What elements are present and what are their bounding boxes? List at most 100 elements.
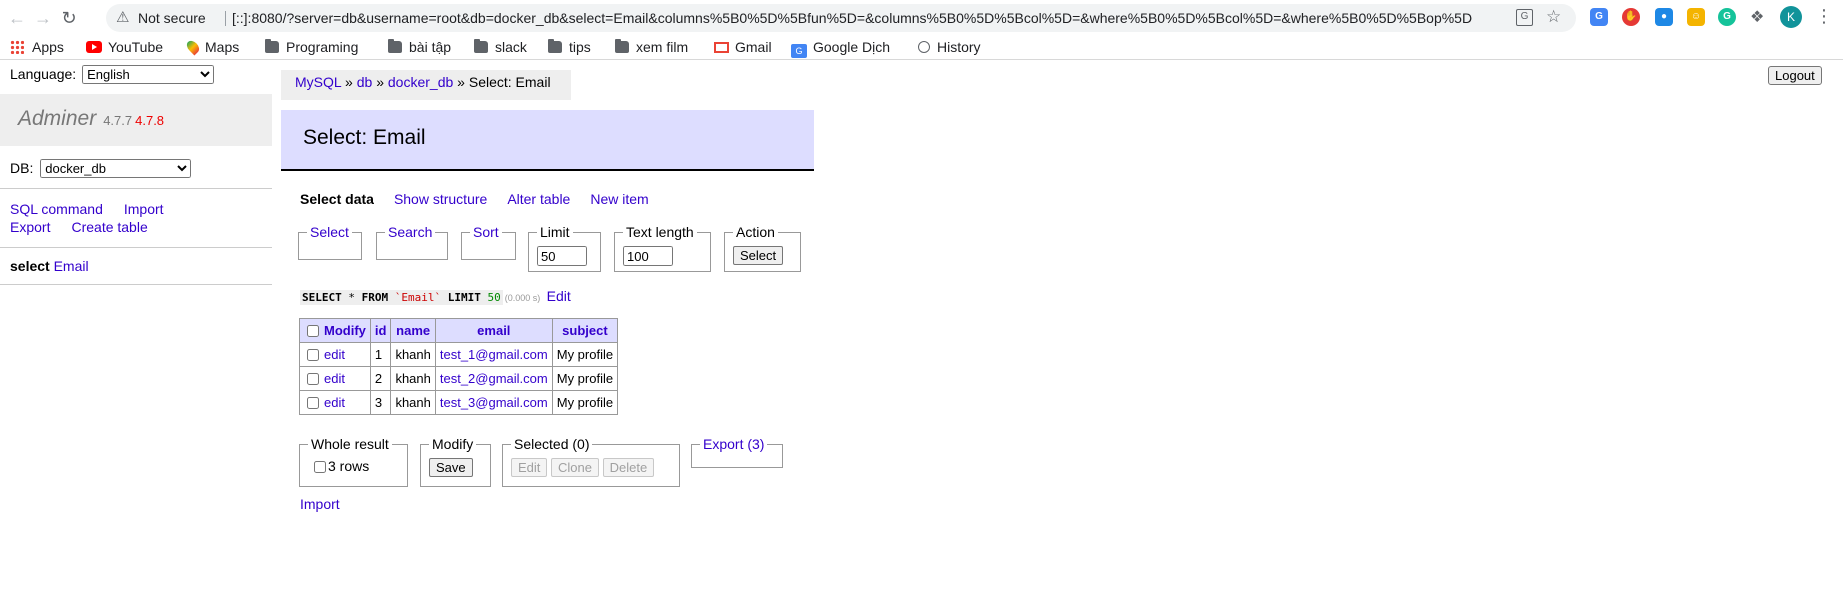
translate-icon[interactable]: G [1516,9,1533,26]
adminer-logo-link[interactable]: Adminer [18,107,96,130]
cell-subject: My profile [551,390,619,415]
export-fieldset: Export (3) [691,436,783,468]
sort-name-link[interactable]: name [396,323,430,338]
address-bar[interactable]: ⚠ Not secure [::]:8080/?server=db&userna… [106,4,1576,32]
sort-fieldset: Sort [461,224,516,260]
whole-result-checkbox[interactable] [314,461,326,473]
header-id[interactable]: id [369,318,392,343]
export-link[interactable]: Export [10,219,50,235]
breadcrumb-server[interactable]: db [357,74,373,90]
language-label: Language: [10,66,77,82]
row-edit-link[interactable]: edit [324,371,345,386]
bookmark-slack[interactable]: slack [474,35,527,59]
url-text[interactable]: [::]:8080/?server=db&username=root&db=do… [232,10,1472,26]
cell-name: khanh [390,366,436,391]
row-checkbox[interactable] [307,349,319,361]
limit-input[interactable] [537,246,587,266]
header-subject[interactable]: subject [551,318,619,343]
language-select[interactable]: English [82,65,215,84]
folder-icon [265,39,279,53]
bookmark-star-icon[interactable]: ☆ [1546,7,1561,27]
save-button[interactable]: Save [429,458,473,477]
google-translate-extension-icon[interactable]: G [1590,8,1608,26]
bookmark-apps[interactable]: Apps [10,35,64,59]
more-menu-icon[interactable]: ⋮ [1815,6,1833,27]
extensions-puzzle-icon[interactable]: ❖ [1750,7,1764,27]
page-title: Select: Email [281,110,814,171]
adblock-extension-icon[interactable]: ✋ [1622,8,1640,26]
cell-email: test_3@gmail.com [434,390,553,415]
bookmark-programing[interactable]: Programing [265,35,358,59]
not-secure-label[interactable]: Not secure [138,10,206,26]
sql-command-link[interactable]: SQL command [10,201,103,217]
whole-result-fieldset: Whole result 3 rows [299,436,408,487]
header-email[interactable]: email [434,318,553,343]
bookmark-history[interactable]: History [918,35,981,59]
delete-button[interactable]: Delete [602,458,655,477]
sort-email-link[interactable]: email [477,323,510,338]
dropper-extension-icon[interactable]: ● [1655,8,1673,26]
create-table-link[interactable]: Create table [71,219,147,235]
table-row: edit 3 khanh test_3@gmail.com My profile [299,390,619,415]
tab-new-item[interactable]: New item [590,191,648,207]
sql-keyword: LIMIT [447,291,481,304]
sql-edit-link[interactable]: Edit [547,288,571,304]
folder-icon [474,39,488,53]
header-name[interactable]: name [390,318,436,343]
browser-chrome: ← → ↻ ⚠ Not secure [::]:8080/?server=db&… [0,0,1843,60]
adminer-version: 4.7.7 [103,113,133,128]
row-checkbox[interactable] [307,373,319,385]
sort-id-link[interactable]: id [375,323,387,338]
edit-selected-button[interactable]: Edit [511,458,548,477]
sort-toggle-link[interactable]: Sort [473,224,499,240]
sort-subject-link[interactable]: subject [562,323,608,338]
bookmark-bai-tap[interactable]: bài tập [388,35,451,59]
forward-icon[interactable]: → [32,7,54,29]
bookmark-label: bài tập [409,39,452,55]
text-length-input[interactable] [623,246,673,266]
bookmark-gmail[interactable]: Gmail [714,35,772,59]
warning-icon[interactable]: ⚠ [116,8,129,26]
modify-header-link[interactable]: Modify [324,323,366,338]
select-all-checkbox[interactable] [307,325,319,337]
bookmark-tips[interactable]: tips [548,35,591,59]
import-bottom-link[interactable]: Import [300,496,340,512]
email-link[interactable]: test_1@gmail.com [440,347,548,362]
clone-button[interactable]: Clone [551,458,599,477]
import-link[interactable]: Import [124,201,164,217]
data-table: Modify id name email subject edit 1 khan… [299,318,619,415]
search-toggle-link[interactable]: Search [388,224,432,240]
bookmark-youtube[interactable]: YouTube [86,35,163,59]
bookmark-google-dich[interactable]: G Google Dịch [791,35,890,59]
bookmark-xem-film[interactable]: xem film [615,35,688,59]
select-toggle-link[interactable]: Select [310,224,349,240]
bookmark-label: tips [569,39,591,55]
breadcrumb-database[interactable]: docker_db [388,74,453,90]
email-link[interactable]: test_2@gmail.com [440,371,548,386]
row-edit-link[interactable]: edit [324,347,345,362]
table-link-email[interactable]: Email [54,258,89,274]
whole-result-option[interactable]: 3 rows [308,458,369,474]
row-edit-link[interactable]: edit [324,395,345,410]
tab-select-data[interactable]: Select data [300,191,374,207]
reload-icon[interactable]: ↻ [58,7,80,29]
breadcrumb-driver[interactable]: MySQL [295,74,341,90]
grammarly-extension-icon[interactable]: G [1718,8,1736,26]
tab-alter-table[interactable]: Alter table [507,191,570,207]
sql-number: 50 [487,291,501,304]
select-submit-button[interactable]: Select [733,246,784,265]
tab-show-structure[interactable]: Show structure [394,191,487,207]
export-toggle-link[interactable]: Export (3) [703,436,764,452]
bookmark-maps[interactable]: Maps [184,35,239,59]
bookmark-label: YouTube [108,39,164,55]
row-checkbox[interactable] [307,397,319,409]
bookmark-label: Apps [32,39,64,55]
db-select[interactable]: docker_db [40,159,192,178]
back-icon[interactable]: ← [6,7,28,29]
logout-button[interactable]: Logout [1768,66,1822,85]
profile-avatar[interactable]: K [1780,6,1802,28]
email-link[interactable]: test_3@gmail.com [440,395,548,410]
new-version-link[interactable]: 4.7.8 [135,113,164,128]
select-table-link[interactable]: select [10,258,50,274]
cookie-extension-icon[interactable]: ☺ [1687,8,1705,26]
